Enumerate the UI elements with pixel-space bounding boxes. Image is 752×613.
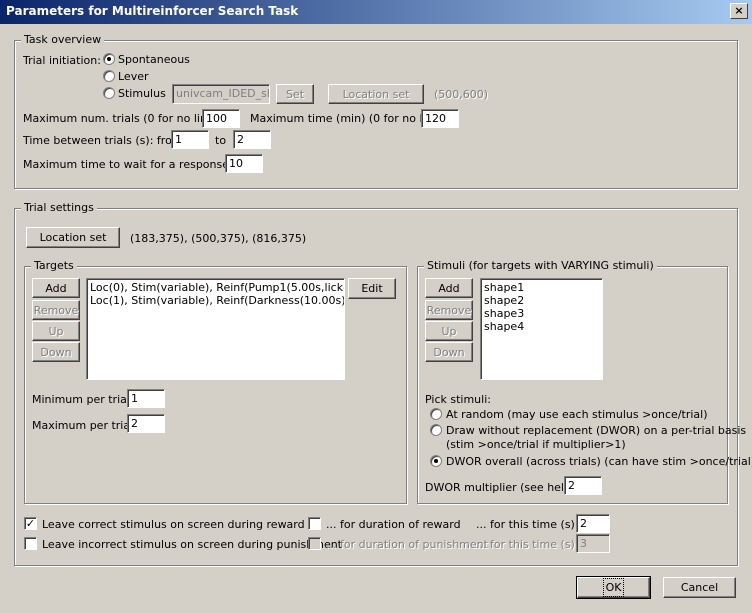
targets-add-label: Add	[45, 281, 67, 295]
for-time-reward-label: ... for this time (s):	[476, 518, 579, 531]
duration-punishment-label: ... for duration of punishment	[326, 538, 488, 551]
pick-stimuli-label: Pick stimuli:	[425, 393, 491, 406]
leave-incorrect-label: Leave incorrect stimulus on screen durin…	[42, 538, 342, 551]
task-overview-legend: Task overview	[21, 33, 105, 46]
radio-at-random-label: At random (may use each stimulus >once/t…	[446, 408, 708, 421]
targets-down-label: Down	[40, 345, 72, 359]
stimuli-add-button[interactable]: Add	[425, 278, 473, 298]
wait-response-label: Maximum time to wait for a response (s):	[23, 158, 251, 171]
min-per-trial-field[interactable]: 1	[127, 389, 165, 408]
radio-lever-label: Lever	[118, 70, 149, 83]
stimuli-up-button[interactable]: Up	[425, 321, 473, 341]
stimuli-remove-label: Remove	[426, 303, 472, 317]
set-button-label: Set	[285, 87, 305, 101]
duration-reward-checkbox[interactable]	[308, 517, 321, 530]
overview-location-value: (500,600)	[434, 88, 489, 101]
overview-location-set-button[interactable]: Location set	[328, 84, 424, 104]
title-bar: Parameters for Multireinforcer Search Ta…	[0, 0, 752, 24]
stimuli-add-label: Add	[438, 281, 460, 295]
duration-reward-label: ... for duration of reward	[326, 518, 461, 531]
list-item[interactable]: shape4	[484, 320, 599, 333]
cancel-button[interactable]: Cancel	[663, 577, 736, 598]
targets-list[interactable]: Loc(0), Stim(variable), Reinf(Pump1(5.00…	[86, 278, 345, 380]
list-item[interactable]: Loc(1), Stim(variable), Reinf(Darkness(1…	[90, 294, 344, 307]
targets-edit-label: Edit	[361, 282, 383, 295]
trial-settings-legend: Trial settings	[21, 201, 97, 214]
radio-draw-per-trial-label-2: (stim >once/trial if multiplier>1)	[446, 438, 626, 451]
set-button[interactable]: Set	[276, 84, 314, 104]
for-time-reward-field[interactable]: 2	[576, 514, 610, 533]
to-label: to	[215, 134, 227, 147]
radio-stimulus[interactable]	[103, 87, 115, 99]
stimuli-remove-button[interactable]: Remove	[425, 300, 473, 320]
stimuli-up-label: Up	[441, 324, 457, 338]
targets-down-button[interactable]: Down	[32, 342, 80, 362]
stimulus-name-field[interactable]: univcam_IDED_sha	[172, 84, 270, 104]
window-title: Parameters for Multireinforcer Search Ta…	[6, 4, 299, 18]
max-trials-label: Maximum num. trials (0 for no limit):	[23, 112, 227, 125]
stimuli-down-button[interactable]: Down	[425, 342, 473, 362]
leave-incorrect-checkbox[interactable]	[24, 537, 37, 550]
wait-response-field[interactable]: 10	[225, 154, 263, 173]
trial-initiation-label: Trial initiation:	[23, 54, 101, 67]
trial-locations-value: (183,375), (500,375), (816,375)	[130, 232, 307, 245]
leave-correct-checkbox[interactable]: ✓	[24, 517, 37, 530]
list-item[interactable]: shape2	[484, 294, 599, 307]
cancel-button-label: Cancel	[680, 581, 719, 594]
radio-stimulus-label: Stimulus	[118, 87, 166, 100]
radio-spontaneous-label: Spontaneous	[118, 53, 190, 66]
radio-spontaneous[interactable]	[103, 53, 115, 65]
radio-draw-per-trial[interactable]	[430, 424, 442, 436]
targets-edit-button[interactable]: Edit	[348, 278, 396, 299]
trial-location-set-button[interactable]: Location set	[26, 227, 120, 248]
max-time-field[interactable]: 120	[421, 109, 459, 128]
radio-at-random[interactable]	[430, 408, 442, 420]
targets-up-label: Up	[48, 324, 64, 338]
radio-lever[interactable]	[103, 70, 115, 82]
targets-add-button[interactable]: Add	[32, 278, 80, 298]
list-item[interactable]: Loc(0), Stim(variable), Reinf(Pump1(5.00…	[90, 281, 344, 294]
ok-button[interactable]: OK	[576, 576, 651, 599]
max-trials-field[interactable]: 100	[202, 109, 240, 128]
stimuli-down-label: Down	[433, 345, 465, 359]
between-from-field[interactable]: 1	[171, 130, 209, 149]
list-item[interactable]: shape1	[484, 281, 599, 294]
radio-draw-per-trial-label-1: Draw without replacement (DWOR) on a per…	[446, 424, 747, 437]
leave-correct-label: Leave correct stimulus on screen during …	[42, 518, 305, 531]
targets-up-button[interactable]: Up	[32, 321, 80, 341]
stimuli-legend: Stimuli (for targets with VARYING stimul…	[424, 259, 657, 272]
radio-dwor-overall[interactable]	[430, 455, 442, 467]
targets-remove-label: Remove	[33, 303, 79, 317]
for-time-punishment-label: ... for this time (s):	[476, 538, 579, 551]
max-per-trial-field[interactable]: 2	[127, 414, 165, 433]
trial-location-set-label: Location set	[39, 231, 107, 244]
duration-punishment-checkbox[interactable]	[308, 537, 321, 550]
min-per-trial-label: Minimum per trial:	[32, 393, 134, 406]
close-icon[interactable]: ×	[730, 3, 748, 19]
ok-button-label: OK	[602, 578, 625, 597]
overview-location-set-label: Location set	[342, 87, 410, 101]
max-per-trial-label: Maximum per trial:	[32, 419, 137, 432]
targets-remove-button[interactable]: Remove	[32, 300, 80, 320]
dwor-multiplier-field[interactable]: 2	[564, 476, 602, 495]
targets-legend: Targets	[31, 259, 77, 272]
for-time-punishment-field[interactable]: 3	[576, 534, 610, 553]
list-item[interactable]: shape3	[484, 307, 599, 320]
stimuli-list[interactable]: shape1 shape2 shape3 shape4	[480, 278, 603, 380]
between-to-field[interactable]: 2	[233, 130, 271, 149]
between-trials-label: Time between trials (s): from	[23, 134, 183, 147]
dwor-multiplier-label: DWOR multiplier (see help):	[425, 481, 579, 494]
radio-dwor-overall-label: DWOR overall (across trials) (can have s…	[446, 455, 752, 468]
